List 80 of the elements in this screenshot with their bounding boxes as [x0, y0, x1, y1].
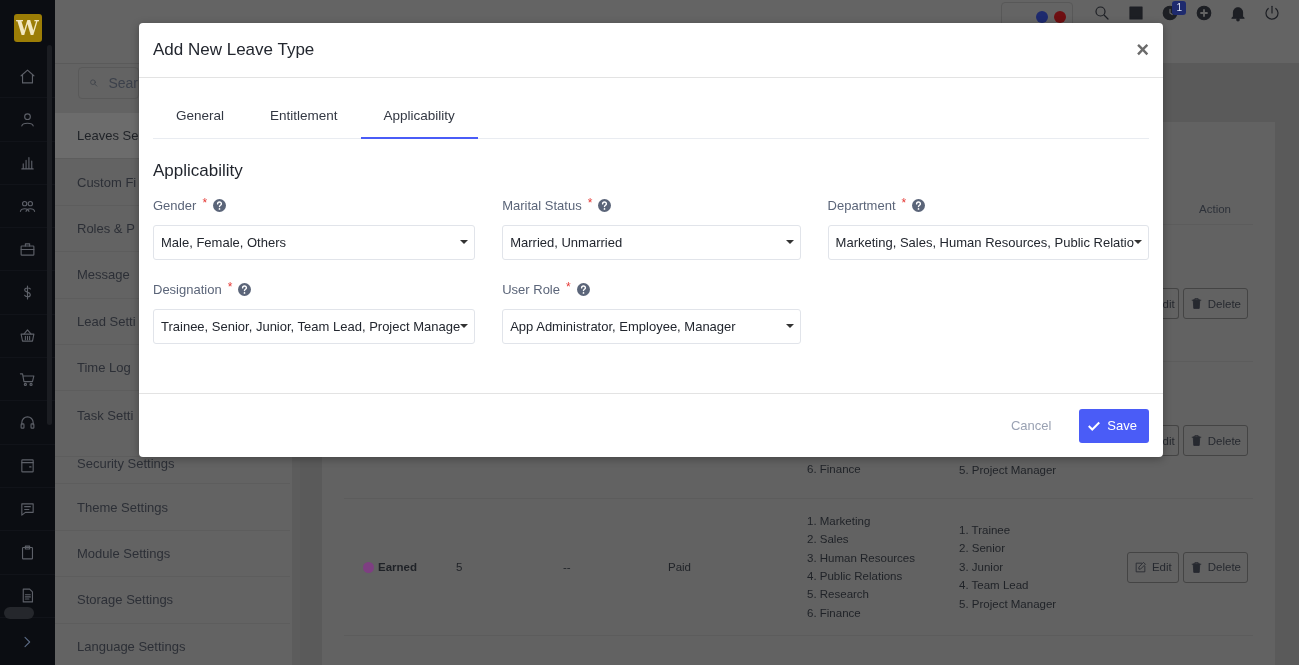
- tab[interactable]: General: [153, 96, 248, 139]
- table-cell: Earned: [378, 561, 417, 573]
- chat-icon[interactable]: [19, 500, 36, 518]
- help-icon[interactable]: [213, 198, 227, 212]
- department-item: 4. Public Relations: [807, 569, 904, 584]
- close-button[interactable]: ×: [1136, 39, 1149, 61]
- required-mark: *: [566, 280, 571, 294]
- scrollbar[interactable]: [292, 457, 300, 665]
- field-label: Designation: [153, 281, 222, 297]
- caret-down-icon: [460, 324, 469, 329]
- multi-select-field[interactable]: App Administrator, Employee, Manager: [502, 309, 801, 344]
- department-item: 6. Finance: [807, 605, 862, 621]
- help-icon[interactable]: [598, 198, 612, 212]
- required-mark: *: [227, 280, 233, 294]
- multi-select-field[interactable]: Married, Unmarried: [502, 225, 801, 260]
- home-icon[interactable]: [19, 67, 36, 85]
- help-icon[interactable]: [238, 282, 252, 296]
- field-label: Department: [827, 197, 896, 213]
- department-item: 3. Human Resources: [807, 550, 917, 566]
- designation-item: 1. Trainee: [959, 523, 1012, 538]
- headset-icon[interactable]: [19, 414, 36, 431]
- user-icon[interactable]: [19, 110, 36, 128]
- edit-button[interactable]: Edit: [1126, 551, 1179, 583]
- field-label: Gender: [153, 197, 197, 213]
- caret-down-icon: [460, 240, 469, 245]
- bell-icon[interactable]: [1229, 4, 1247, 22]
- multi-select-field[interactable]: Marketing, Sales, Human Resources, Public Relatio: [827, 225, 1149, 260]
- trash-icon: [1189, 434, 1203, 447]
- dialog-title: Add New Leave Type: [153, 40, 315, 60]
- briefcase-icon[interactable]: [19, 240, 36, 258]
- caret-down-icon: [1134, 240, 1142, 245]
- settings-menu-item[interactable]: Storage Settings: [55, 577, 290, 624]
- square-icon[interactable]: [1127, 4, 1145, 22]
- trash-icon: [1189, 297, 1203, 310]
- calendar-icon[interactable]: [19, 457, 36, 475]
- cart-icon[interactable]: [19, 370, 36, 388]
- designation-item: 4. Team Lead: [959, 578, 1030, 594]
- scroll-handle[interactable]: [4, 607, 34, 619]
- basket-icon[interactable]: [19, 327, 36, 345]
- required-mark: *: [202, 196, 208, 210]
- required-mark: *: [587, 196, 593, 210]
- designation-item: 5. Project Manager: [959, 596, 1057, 612]
- section-title: Applicability: [153, 161, 244, 181]
- cancel-button[interactable]: Cancel: [1004, 417, 1058, 434]
- delete-button[interactable]: Delete: [1182, 551, 1248, 583]
- designation-item: 5. Project Manager: [959, 463, 1057, 479]
- search-icon: [89, 76, 99, 90]
- table-cell: --: [563, 561, 571, 573]
- settings-menu-item[interactable]: Leaves Se: [55, 113, 139, 160]
- bar-chart-icon[interactable]: [19, 154, 36, 172]
- required-mark: *: [901, 196, 907, 210]
- table-cell: 5: [456, 561, 463, 573]
- multi-select-field[interactable]: Trainee, Senior, Junior, Team Lead, Project Manage: [153, 309, 476, 344]
- field-label: User Role: [502, 281, 560, 297]
- department-item: 5. Research: [807, 587, 870, 603]
- tab[interactable]: Applicability: [360, 96, 478, 139]
- edit-icon: [1133, 560, 1147, 574]
- trash-icon: [1189, 560, 1203, 574]
- app-logo[interactable]: W: [13, 13, 42, 42]
- department-item: 6. Finance: [807, 461, 862, 477]
- notification-badge: 1: [1172, 1, 1186, 15]
- department-item: 2. Sales: [807, 532, 850, 548]
- plus-circle-icon[interactable]: [1195, 4, 1213, 22]
- power-icon[interactable]: [1263, 4, 1281, 22]
- department-item: 1. Marketing: [807, 513, 872, 529]
- field-label: Marital Status: [502, 197, 582, 213]
- help-icon[interactable]: [912, 198, 926, 212]
- caret-down-icon: [785, 324, 794, 329]
- delete-button[interactable]: Delete: [1182, 288, 1248, 319]
- designation-item: 2. Senior: [959, 541, 1007, 557]
- help-icon[interactable]: [576, 282, 590, 296]
- clipboard-icon[interactable]: [19, 543, 36, 561]
- caret-down-icon: [785, 240, 794, 245]
- tab[interactable]: Entitlement: [247, 96, 361, 139]
- search-icon[interactable]: [1093, 4, 1111, 22]
- delete-button[interactable]: Delete: [1182, 425, 1248, 456]
- multi-select-field[interactable]: Male, Female, Others: [153, 225, 476, 260]
- save-button[interactable]: Save: [1079, 408, 1149, 443]
- table-cell: Paid: [668, 561, 692, 573]
- designation-item: 3. Junior: [959, 559, 1005, 575]
